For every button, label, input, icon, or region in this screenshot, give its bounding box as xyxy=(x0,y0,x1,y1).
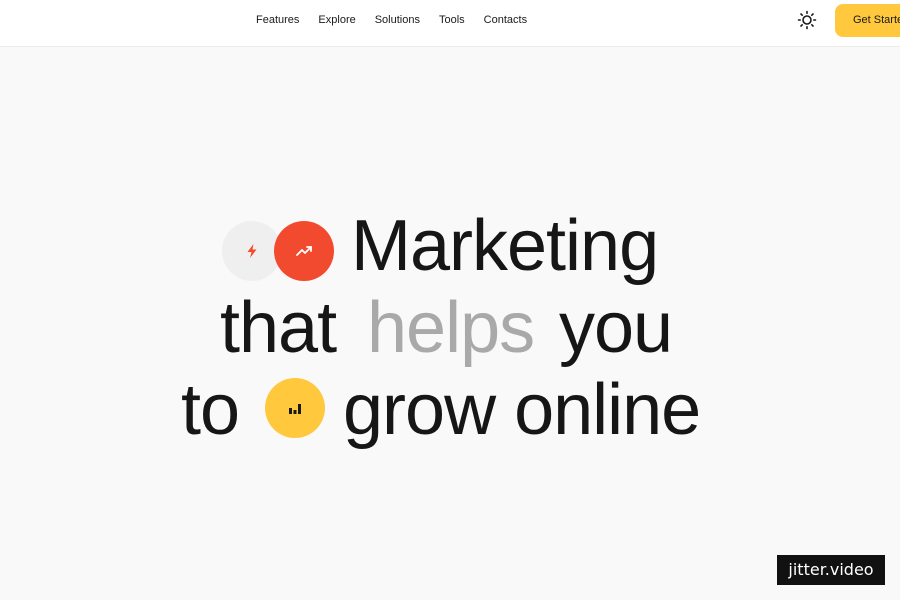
jitter-watermark: jitter.video xyxy=(777,555,885,585)
hero-word-marketing: Marketing xyxy=(351,206,659,286)
bar-chart-icon xyxy=(289,404,301,414)
nav-item-explore[interactable]: Explore xyxy=(318,13,355,27)
lightning-badge xyxy=(222,221,282,281)
hero-word-grow-online: grow online xyxy=(343,370,701,450)
hero-word-to: to xyxy=(181,370,240,450)
nav-item-features[interactable]: Features xyxy=(256,13,299,27)
nav-item-tools[interactable]: Tools xyxy=(439,13,465,27)
trending-up-badge xyxy=(274,221,334,281)
hero-line-3: to grow online xyxy=(0,369,900,451)
top-navigation-bar: Features Explore Solutions Tools Contact… xyxy=(0,0,900,47)
hero-word-helps: helps xyxy=(367,288,535,368)
theme-toggle-button[interactable] xyxy=(797,10,817,30)
lightning-icon xyxy=(247,244,257,258)
trending-up-icon xyxy=(296,246,312,256)
main-nav: Features Explore Solutions Tools Contact… xyxy=(256,13,546,27)
hero-word-you: you xyxy=(559,288,673,368)
hero-line-1: Marketing xyxy=(0,205,900,287)
nav-item-solutions[interactable]: Solutions xyxy=(375,13,420,27)
nav-item-contacts[interactable]: Contacts xyxy=(484,13,527,27)
sun-icon xyxy=(797,10,817,30)
bar-chart-badge xyxy=(265,378,325,438)
hero-line-2: that helps you xyxy=(0,287,900,369)
get-started-button[interactable]: Get Started xyxy=(835,4,900,37)
hero-word-that: that xyxy=(220,288,337,368)
